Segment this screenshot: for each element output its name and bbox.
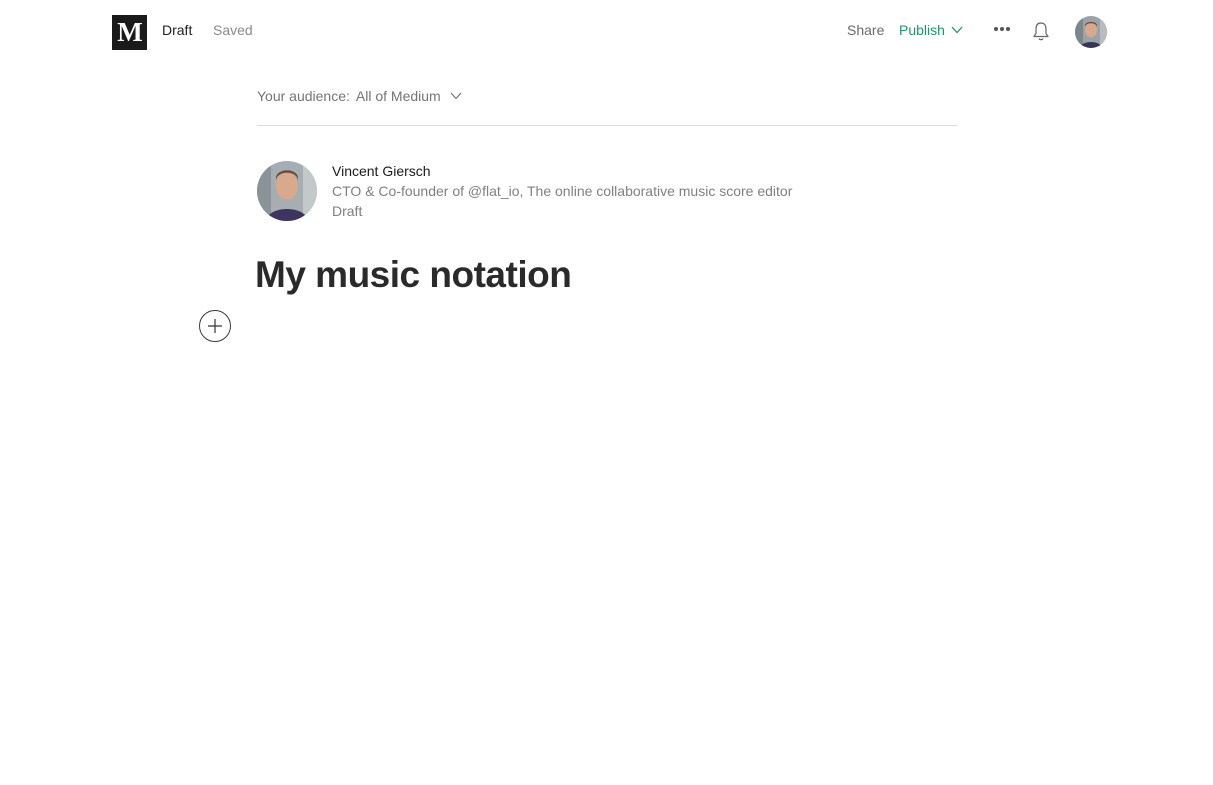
plus-icon <box>208 319 222 333</box>
medium-logo[interactable]: M <box>112 15 147 50</box>
share-button[interactable]: Share <box>847 22 884 38</box>
draft-status: Draft <box>162 22 193 38</box>
add-content-button[interactable] <box>199 310 231 342</box>
author-name[interactable]: Vincent Giersch <box>332 163 431 179</box>
author-avatar[interactable] <box>257 161 317 221</box>
save-status: Saved <box>213 22 253 38</box>
audience-label: Your audience: <box>257 88 350 104</box>
chevron-down-icon <box>951 26 963 34</box>
publish-button[interactable]: Publish <box>899 22 963 38</box>
post-title[interactable]: My music notation <box>255 254 572 296</box>
divider <box>257 125 957 126</box>
author-bio: CTO & Co-founder of @flat_io, The online… <box>332 183 793 199</box>
user-avatar[interactable] <box>1075 16 1107 48</box>
audience-value: All of Medium <box>355 88 441 104</box>
chevron-down-icon <box>450 92 462 100</box>
avatar-image <box>1075 16 1107 48</box>
avatar-image <box>257 161 317 221</box>
publish-label: Publish <box>899 22 945 38</box>
audience-selector[interactable]: Your audience: All of Medium <box>257 88 462 104</box>
post-state: Draft <box>332 203 363 219</box>
editor-page: M Draft Saved Share Publish Your audienc… <box>0 0 1215 785</box>
bell-icon[interactable] <box>1032 21 1050 42</box>
more-dots-icon[interactable] <box>993 26 1011 32</box>
